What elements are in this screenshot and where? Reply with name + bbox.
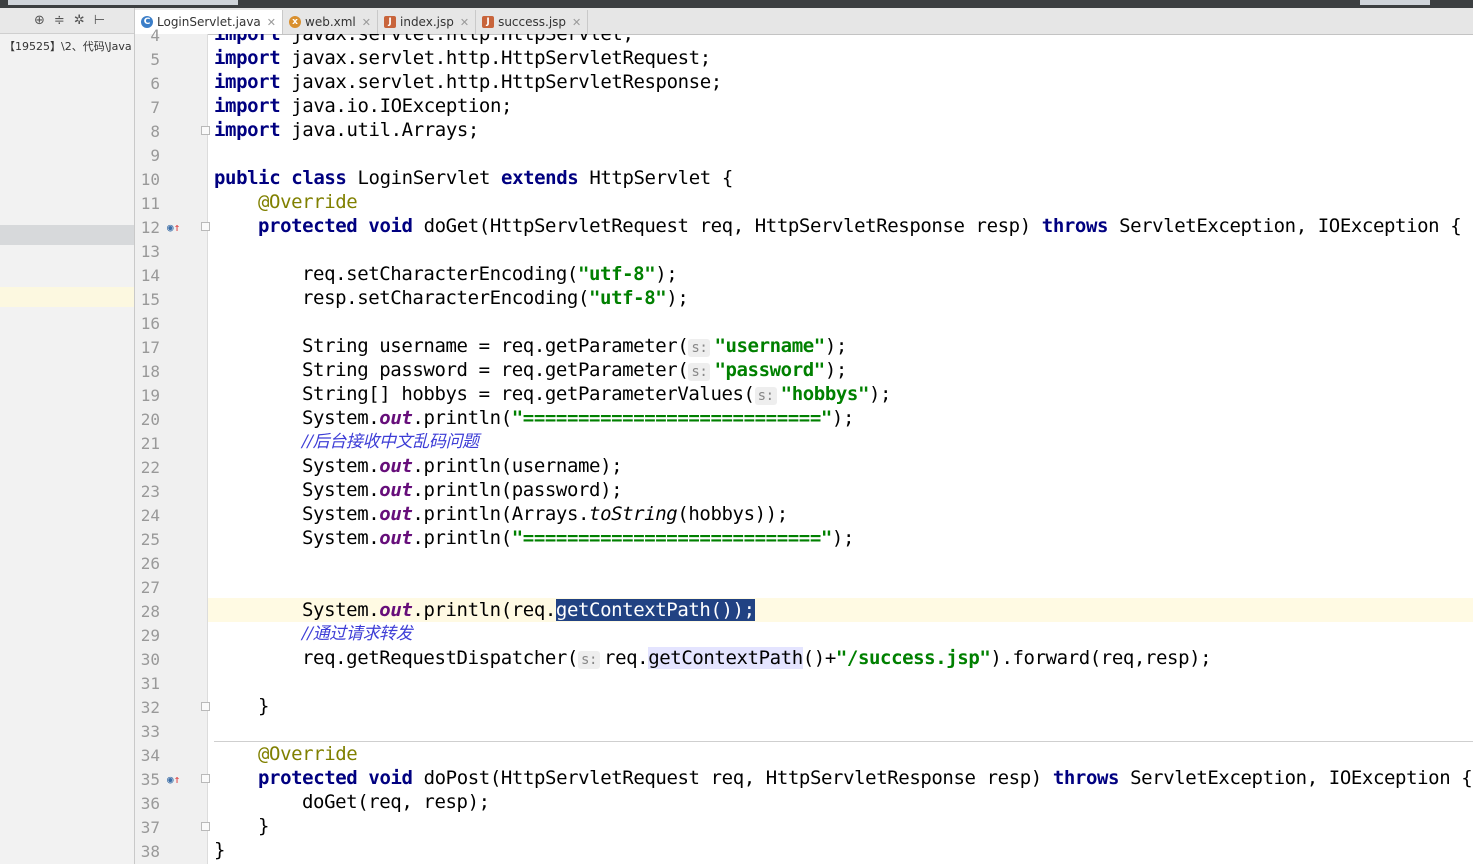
gear-icon[interactable]: ✲ xyxy=(74,13,85,28)
code-line-11: @Override xyxy=(258,191,358,213)
collapse-icon[interactable]: ≑ xyxy=(54,13,65,28)
line-number: 13 xyxy=(140,242,160,261)
line-number: 4 xyxy=(150,26,160,45)
line-number: 36 xyxy=(140,794,160,813)
close-icon[interactable]: ✕ xyxy=(267,16,276,29)
code-line-6: import javax.servlet.http.HttpServletRes… xyxy=(214,71,722,93)
code-line-37: } xyxy=(258,815,270,837)
jsp-file-icon: J xyxy=(482,16,495,28)
jsp-file-icon: J xyxy=(384,16,396,28)
code-line-15: resp.setCharacterEncoding("utf-8"); xyxy=(302,287,689,309)
line-number: 22 xyxy=(140,458,160,477)
line-number: 11 xyxy=(140,194,160,213)
line-number: 5 xyxy=(150,50,160,69)
line-number: 35 xyxy=(140,770,160,789)
code-line-8: import java.util.Arrays; xyxy=(214,119,479,141)
code-line-32: } xyxy=(258,695,270,717)
code-editor[interactable]: import javax.servlet.http.HttpServlet; i… xyxy=(208,34,1473,864)
code-line-25: System.out.println("====================… xyxy=(302,527,854,549)
window-top-strip xyxy=(0,0,1473,8)
tab-label: LoginServlet.java xyxy=(157,15,261,29)
line-number: 15 xyxy=(140,290,160,309)
line-number: 30 xyxy=(140,650,160,669)
code-line-28: System.out.println(req.getContextPath())… xyxy=(302,599,755,621)
code-line-7: import java.io.IOException; xyxy=(214,95,513,117)
code-line-24: System.out.println(Arrays.toString(hobby… xyxy=(302,503,788,525)
close-icon[interactable]: ✕ xyxy=(460,16,469,29)
code-line-34: @Override xyxy=(258,743,358,765)
code-line-19: String[] hobbys = req.getParameterValues… xyxy=(302,383,892,405)
tab-success-jsp[interactable]: J success.jsp ✕ xyxy=(476,10,589,34)
code-line-22: System.out.println(username); xyxy=(302,455,623,477)
code-line-10: public class LoginServlet extends HttpSe… xyxy=(214,167,733,189)
locate-icon[interactable]: ⊕ xyxy=(34,13,45,28)
line-number: 20 xyxy=(140,410,160,429)
tab-web-xml[interactable]: x web.xml ✕ xyxy=(283,10,378,34)
line-number: 18 xyxy=(140,362,160,381)
line-number: 38 xyxy=(140,842,160,861)
code-line-12: protected void doGet(HttpServletRequest … xyxy=(258,215,1462,237)
line-number: 34 xyxy=(140,746,160,765)
line-number: 19 xyxy=(140,386,160,405)
line-number: 9 xyxy=(150,146,160,165)
line-number: 37 xyxy=(140,818,160,837)
code-line-4: import javax.servlet.http.HttpServlet; xyxy=(214,34,634,45)
method-separator xyxy=(214,741,1473,742)
tab-index-jsp[interactable]: J index.jsp ✕ xyxy=(378,10,477,34)
line-number: 25 xyxy=(140,530,160,549)
line-number: 24 xyxy=(140,506,160,525)
line-number: 21 xyxy=(140,434,160,453)
code-line-20: System.out.println("====================… xyxy=(302,407,854,429)
line-number: 28 xyxy=(140,602,160,621)
override-method-icon[interactable]: ◉↑ xyxy=(167,773,181,787)
line-number: 17 xyxy=(140,338,160,357)
hide-panel-icon[interactable]: ⊢ xyxy=(94,13,105,28)
code-line-17: String username = req.getParameter(s: "us… xyxy=(302,335,847,357)
line-number: 33 xyxy=(140,722,160,741)
project-tree-highlight xyxy=(0,287,134,307)
tab-label: web.xml xyxy=(305,15,356,29)
code-line-30: req.getRequestDispatcher(s: req.getContex… xyxy=(302,647,1212,669)
code-line-14: req.setCharacterEncoding("utf-8"); xyxy=(302,263,678,285)
tab-label: success.jsp xyxy=(498,15,567,29)
line-number: 26 xyxy=(140,554,160,573)
code-line-36: doGet(req, resp); xyxy=(302,791,490,813)
line-number: 31 xyxy=(140,674,160,693)
code-line-23: System.out.println(password); xyxy=(302,479,623,501)
project-panel: ⊕ ≑ ✲ ⊢ 【19525】\2、代码\Java xyxy=(0,8,135,864)
code-comment-21: //后台接收中文乱码问题 xyxy=(302,432,479,452)
tab-label: index.jsp xyxy=(400,15,454,29)
line-number: 29 xyxy=(140,626,160,645)
code-line-35: protected void doPost(HttpServletRequest… xyxy=(258,767,1473,789)
code-line-5: import javax.servlet.http.HttpServletReq… xyxy=(214,47,711,69)
project-tree-selection[interactable] xyxy=(0,225,134,245)
line-number: 32 xyxy=(140,698,160,717)
line-number: 12 xyxy=(140,218,160,237)
editor-tab-bar: C LoginServlet.java ✕ x web.xml ✕ J inde… xyxy=(135,8,1473,35)
line-number: 8 xyxy=(150,122,160,141)
line-number: 10 xyxy=(140,170,160,189)
line-number: 7 xyxy=(150,98,160,117)
project-toolbar: ⊕ ≑ ✲ ⊢ xyxy=(0,8,134,34)
editor-gutter[interactable]: 4 5 6 7 8 9 10 11 12 13 14 15 16 17 18 1… xyxy=(135,26,210,864)
code-line-38: } xyxy=(214,839,226,861)
line-number: 14 xyxy=(140,266,160,285)
project-path-label[interactable]: 【19525】\2、代码\Java xyxy=(4,38,132,54)
close-icon[interactable]: ✕ xyxy=(362,16,371,29)
line-number: 6 xyxy=(150,74,160,93)
code-comment-29: //通过请求转发 xyxy=(302,624,413,644)
line-number: 27 xyxy=(140,578,160,597)
xml-file-icon: x xyxy=(289,16,302,28)
code-line-18: String password = req.getParameter(s: "pa… xyxy=(302,359,847,381)
line-number: 16 xyxy=(140,314,160,333)
close-icon[interactable]: ✕ xyxy=(572,16,581,29)
override-method-icon[interactable]: ◉↑ xyxy=(167,221,181,235)
line-number: 23 xyxy=(140,482,160,501)
